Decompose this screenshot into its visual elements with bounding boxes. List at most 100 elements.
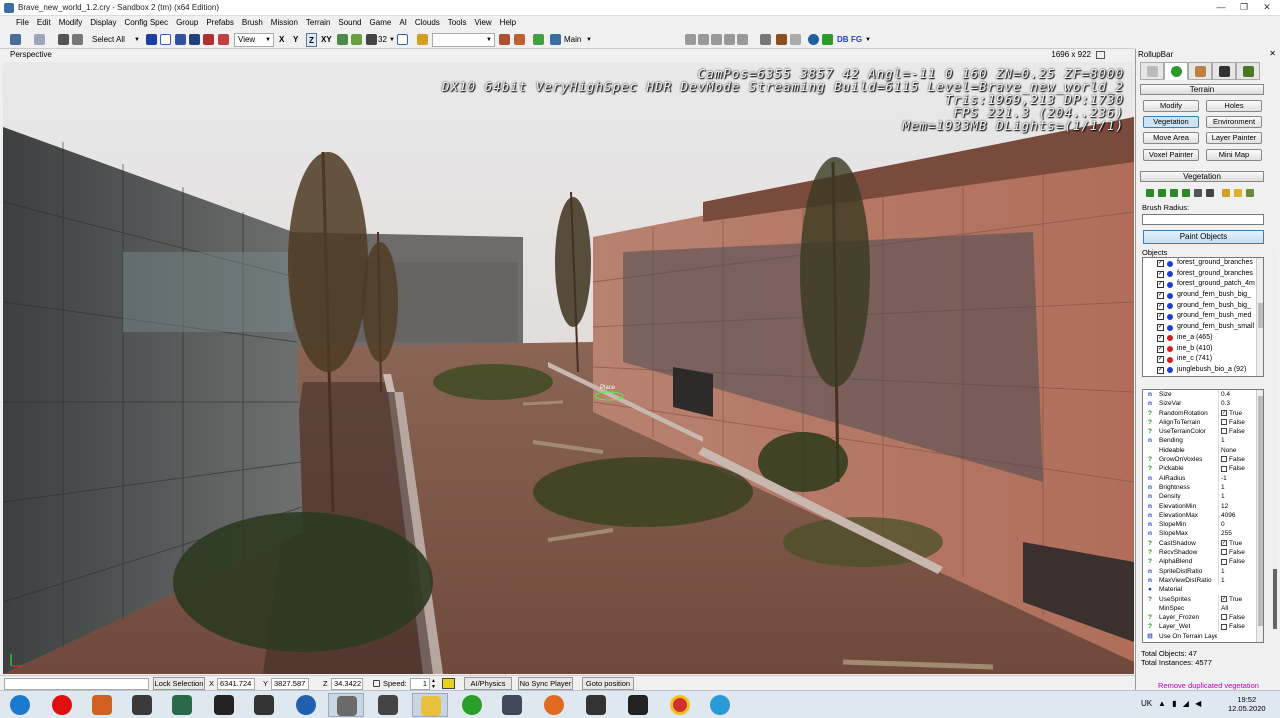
property-checkbox[interactable] [1221,549,1227,556]
select-arrow-icon[interactable] [146,34,157,45]
property-checkbox[interactable] [1221,623,1227,630]
property-value-cell[interactable]: False [1218,455,1258,465]
property-value-cell[interactable]: ✓ True [1218,408,1258,418]
taskbar-sm[interactable] [620,693,656,717]
taskbar-opera[interactable] [44,693,80,717]
layer-icon[interactable] [550,34,561,45]
property-row[interactable]: ? GrowOnVoxles False [1143,455,1263,465]
close-button[interactable]: ✕ [1256,0,1278,15]
holes-button[interactable]: Holes [1206,100,1262,112]
add-vegetation-icon[interactable] [1146,189,1154,197]
fg-button[interactable]: FG [851,33,862,47]
axis-x-button[interactable]: X [279,33,284,47]
menu-prefabs[interactable]: Prefabs [202,16,238,30]
menu-brush[interactable]: Brush [238,16,267,30]
property-value-cell[interactable]: False [1218,548,1258,558]
taskbar-glyph[interactable] [124,693,160,717]
property-value-cell[interactable]: 255 [1218,529,1258,539]
property-value-cell[interactable]: All [1218,603,1258,614]
object-list-item[interactable]: ✓ ground_fern_bush_small [1143,322,1263,333]
object-list-item[interactable]: ✓ ine_c (741) [1143,354,1263,365]
object-visible-checkbox[interactable]: ✓ [1157,345,1164,353]
property-row[interactable]: ? UseSprites ✓ True [1143,594,1263,604]
scale-icon[interactable] [189,34,200,45]
property-row[interactable]: n SlopeMax 255 [1143,529,1263,539]
object-list-item[interactable]: ✓ ground_fern_bush_med [1143,311,1263,322]
property-row[interactable]: n SpriteDistRatio 1 [1143,566,1263,576]
object-list-item[interactable]: ✓ ground_fern_bush_big_ [1143,290,1263,301]
property-value[interactable]: 0.4 [1221,391,1230,398]
property-row[interactable]: n SlopeMin 0 [1143,520,1263,530]
undo-icon[interactable] [10,34,21,45]
property-value-cell[interactable]: ✓ True [1218,594,1258,604]
property-row[interactable]: n ElevationMin 12 [1143,501,1263,511]
vegetation-objects-list[interactable]: ✓ forest_ground_branches ✓ forest_ground_br… [1142,257,1264,377]
property-value-cell[interactable]: 12 [1218,501,1258,511]
rollup-scrollbar[interactable] [1272,249,1278,629]
property-value-cell[interactable]: 0.3 [1218,399,1258,409]
snap-object-icon[interactable] [203,34,214,45]
clock[interactable]: 19:52 12.05.2020 [1228,695,1266,713]
object-list-item[interactable]: ✓ ground_fern_bush_big_ [1143,301,1263,312]
rollup-scroll-thumb[interactable] [1273,569,1277,629]
object-list-item[interactable]: ✓ forest_ground_branches [1143,269,1263,280]
property-value[interactable]: 1 [1221,577,1225,584]
vegetation-button[interactable]: Vegetation [1143,116,1199,128]
menu-tools[interactable]: Tools [444,16,471,30]
modify-button[interactable]: Modify [1143,100,1199,112]
property-value[interactable]: 1 [1221,568,1225,575]
property-row[interactable]: n ElevationMax 4096 [1143,510,1263,521]
properties-scroll-thumb[interactable] [1258,396,1263,626]
object-list-item[interactable]: ✓ ine_b (410) [1143,344,1263,355]
property-value-cell[interactable]: 1 [1218,575,1258,586]
lock-selection-button[interactable]: Lock Selection [153,677,205,690]
vegetation-properties-grid[interactable]: n Size 0.4 n SizeVar 0.3? RandomRotation ✓ True?… [1142,389,1264,643]
no-sync-player-button[interactable]: No Sync Player [518,677,573,690]
delete-vegetation-icon[interactable] [1206,189,1214,197]
grid-size[interactable]: 32 [378,33,387,47]
coord-system-select[interactable]: View ▼ [234,33,274,47]
property-value-cell[interactable]: None [1218,445,1258,456]
menu-file[interactable]: File [12,16,33,30]
property-row[interactable]: n Size 0.4 [1143,390,1263,400]
property-row[interactable]: MinSpec All [1143,603,1263,614]
object-list-item[interactable]: ✓ junglebush_bio_a (92) [1143,365,1263,376]
axis-y-button[interactable]: Y [293,33,298,47]
property-row[interactable]: n AIRadius -1 [1143,473,1263,483]
align-right-icon[interactable] [711,34,722,45]
current-layer[interactable]: Main [564,33,581,47]
lock-icon[interactable] [373,680,380,687]
speed-field[interactable]: 1 [410,678,430,690]
property-value-cell[interactable]: ✓ True [1218,538,1258,549]
objects-scrollbar[interactable] [1256,258,1263,376]
object-visible-checkbox[interactable]: ✓ [1157,356,1164,364]
property-row[interactable]: ? RecvShadow False [1143,548,1263,558]
physics-icon[interactable] [514,34,525,45]
link-icon[interactable] [58,34,69,45]
object-visible-checkbox[interactable]: ✓ [1157,302,1164,310]
property-checkbox[interactable] [1221,465,1227,472]
property-row[interactable]: n Brightness 1 [1143,482,1263,493]
brush-radius-input[interactable] [1142,214,1264,225]
property-value-cell[interactable]: False [1218,557,1258,567]
property-value-cell[interactable]: 0.4 [1218,390,1258,400]
grid-size-dropdown-icon[interactable]: ▼ [389,33,395,47]
group-vegetation-icon[interactable] [1194,189,1202,197]
save-vegetation-icon[interactable] [1222,189,1230,197]
property-row[interactable]: n SizeVar 0.3 [1143,399,1263,409]
property-row[interactable]: ? UseTerrainColor False [1143,427,1263,437]
property-value-cell[interactable]: 4096 [1218,510,1258,521]
property-value-cell[interactable]: 1 [1218,482,1258,493]
goto-position-button[interactable]: Goto position [582,677,634,690]
property-value[interactable]: None [1221,447,1237,454]
rename-vegetation-icon[interactable] [1170,189,1178,197]
z-coordinate-field[interactable]: 34.3422 [331,678,363,690]
menu-sound[interactable]: Sound [334,16,365,30]
ai-physics-button[interactable]: AI/Physics [464,677,512,690]
property-value[interactable]: -1 [1221,475,1227,482]
game-mode-icon[interactable] [533,34,544,45]
object-list-item[interactable]: ✓ ine_a (465) [1143,333,1263,344]
property-value-cell[interactable]: 1 [1218,566,1258,576]
property-row[interactable]: ⊟ Use On Terrain Layers [1143,632,1263,641]
tab-layers[interactable] [1236,62,1260,80]
